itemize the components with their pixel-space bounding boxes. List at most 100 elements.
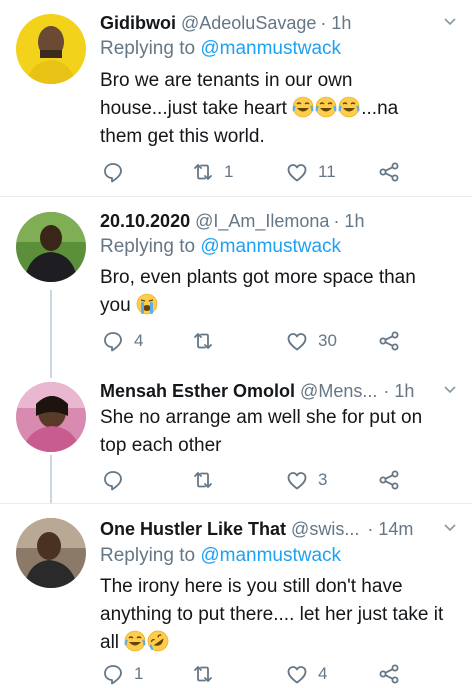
avatar[interactable] — [16, 518, 86, 588]
user-handle[interactable]: @AdeoluSavage — [181, 13, 316, 34]
reply-count: 4 — [134, 331, 144, 350]
reply-button[interactable] — [102, 466, 124, 494]
reply-button[interactable]: 4 — [102, 327, 143, 355]
tweet-text-line: top each other — [100, 435, 222, 456]
user-handle[interactable]: @Mens... — [300, 381, 377, 402]
share-icon — [379, 162, 399, 182]
tweet-text-line: them get this world. — [100, 126, 265, 147]
reply-count: 1 — [134, 664, 144, 683]
heart-icon — [287, 333, 307, 351]
reply-icon — [104, 163, 122, 183]
timestamp[interactable]: · 14m — [367, 519, 413, 540]
like-count: 11 — [318, 162, 336, 181]
like-button[interactable]: 3 — [286, 466, 327, 494]
chevron-down-icon[interactable] — [442, 14, 458, 30]
avatar[interactable] — [16, 212, 86, 282]
share-button[interactable] — [378, 466, 400, 494]
mention-link[interactable]: @manmustwack — [200, 38, 341, 59]
retweet-button[interactable] — [192, 327, 214, 355]
retweet-icon — [194, 333, 212, 349]
mention-link[interactable]: @manmustwack — [200, 236, 341, 257]
retweet-button[interactable] — [192, 466, 214, 494]
tweet-text-line: Bro we are tenants in our own — [100, 70, 353, 91]
rofl-emoji — [147, 630, 170, 652]
retweet-count: 1 — [224, 162, 234, 181]
joy-emoji — [292, 96, 315, 118]
tweet[interactable]: One Hustler Like That @swis... · 14m Rep… — [0, 504, 472, 688]
replying-to: Replying to @manmustwack — [100, 545, 341, 567]
tweet-header: Mensah Esther Omolol @Mens... · 1h — [100, 378, 460, 404]
joy-emoji — [315, 96, 338, 118]
tweet-actions: 3 — [100, 466, 420, 494]
tweet-text-fragment: ...na — [361, 98, 399, 119]
joy-emoji — [124, 630, 147, 652]
reply-icon — [104, 332, 122, 352]
tweet-text-line: She no arrange am well she for put on — [100, 407, 423, 428]
share-icon — [379, 664, 399, 684]
like-count: 3 — [318, 470, 328, 489]
heart-icon — [287, 472, 307, 490]
replying-prefix: Replying to — [100, 236, 201, 257]
joy-emoji — [338, 96, 361, 118]
tweet-text: Bro we are tenants in our own house...ju… — [100, 67, 460, 151]
like-button[interactable]: 11 — [286, 158, 336, 186]
replying-prefix: Replying to — [100, 38, 201, 59]
like-count: 4 — [318, 664, 328, 683]
reply-icon — [104, 665, 122, 685]
timestamp[interactable]: · 1h — [320, 13, 351, 34]
share-button[interactable] — [378, 327, 400, 355]
mention-link[interactable]: @manmustwack — [200, 545, 341, 566]
tweet-text-line: Bro, even plants got more space than — [100, 267, 416, 288]
timestamp[interactable]: · 1h — [333, 211, 364, 232]
chevron-down-icon[interactable] — [442, 520, 458, 536]
avatar[interactable] — [16, 14, 86, 84]
tweet[interactable]: 20.10.2020 @I_Am_Ilemona · 1h Replying t… — [0, 198, 472, 368]
like-button[interactable]: 30 — [286, 327, 337, 355]
tweet-text: The irony here is you still don't have a… — [100, 573, 460, 657]
retweet-icon — [194, 472, 212, 488]
share-button[interactable] — [378, 158, 400, 186]
reply-button[interactable] — [102, 158, 124, 186]
chevron-down-icon[interactable] — [442, 382, 458, 398]
share-icon — [379, 331, 399, 351]
timestamp[interactable]: · 1h — [383, 381, 414, 402]
display-name[interactable]: Gidibwoi — [100, 13, 176, 34]
tweet-text-line: you — [100, 292, 460, 320]
retweet-button[interactable] — [192, 660, 214, 688]
user-handle[interactable]: @swis... — [291, 519, 359, 540]
replying-to: Replying to @manmustwack — [100, 236, 341, 258]
tweet[interactable]: Gidibwoi @AdeoluSavage · 1h Replying to … — [0, 0, 472, 197]
tweet-header: One Hustler Like That @swis... · 14m — [100, 516, 460, 542]
like-count: 30 — [318, 331, 337, 350]
heart-icon — [287, 164, 307, 182]
tweet-text-line: anything to put there.... let her just t… — [100, 604, 444, 625]
retweet-icon — [194, 164, 212, 180]
reply-icon — [104, 471, 122, 491]
tweet-text: She no arrange am well she for put on to… — [100, 404, 460, 460]
like-button[interactable]: 4 — [286, 660, 327, 688]
retweet-button[interactable]: 1 — [192, 158, 233, 186]
replying-prefix: Replying to — [100, 545, 201, 566]
user-handle[interactable]: @I_Am_Ilemona — [195, 211, 329, 232]
tweet-actions: 1 4 — [100, 660, 420, 688]
tweet-text: Bro, even plants got more space than you — [100, 264, 460, 320]
share-icon — [379, 470, 399, 490]
tweet-text-line: The irony here is you still don't have — [100, 576, 403, 597]
tweet-text-line: house...just take heart ...na — [100, 95, 460, 123]
display-name[interactable]: One Hustler Like That — [100, 519, 286, 540]
display-name[interactable]: 20.10.2020 — [100, 211, 190, 232]
sob-emoji — [136, 293, 158, 315]
share-button[interactable] — [378, 660, 400, 688]
tweet-text-fragment: all — [100, 632, 125, 653]
heart-icon — [287, 666, 307, 684]
tweet-text-fragment: you — [100, 295, 136, 316]
replying-to: Replying to @manmustwack — [100, 38, 341, 60]
tweet[interactable]: Mensah Esther Omolol @Mens... · 1h She n… — [0, 368, 472, 503]
avatar[interactable] — [16, 382, 86, 452]
tweet-text-line: all — [100, 629, 460, 657]
tweet-actions: 4 30 — [100, 327, 420, 355]
tweet-header: 20.10.2020 @I_Am_Ilemona · 1h — [100, 208, 460, 234]
display-name[interactable]: Mensah Esther Omolol — [100, 381, 295, 402]
retweet-icon — [194, 666, 212, 682]
reply-button[interactable]: 1 — [102, 660, 143, 688]
